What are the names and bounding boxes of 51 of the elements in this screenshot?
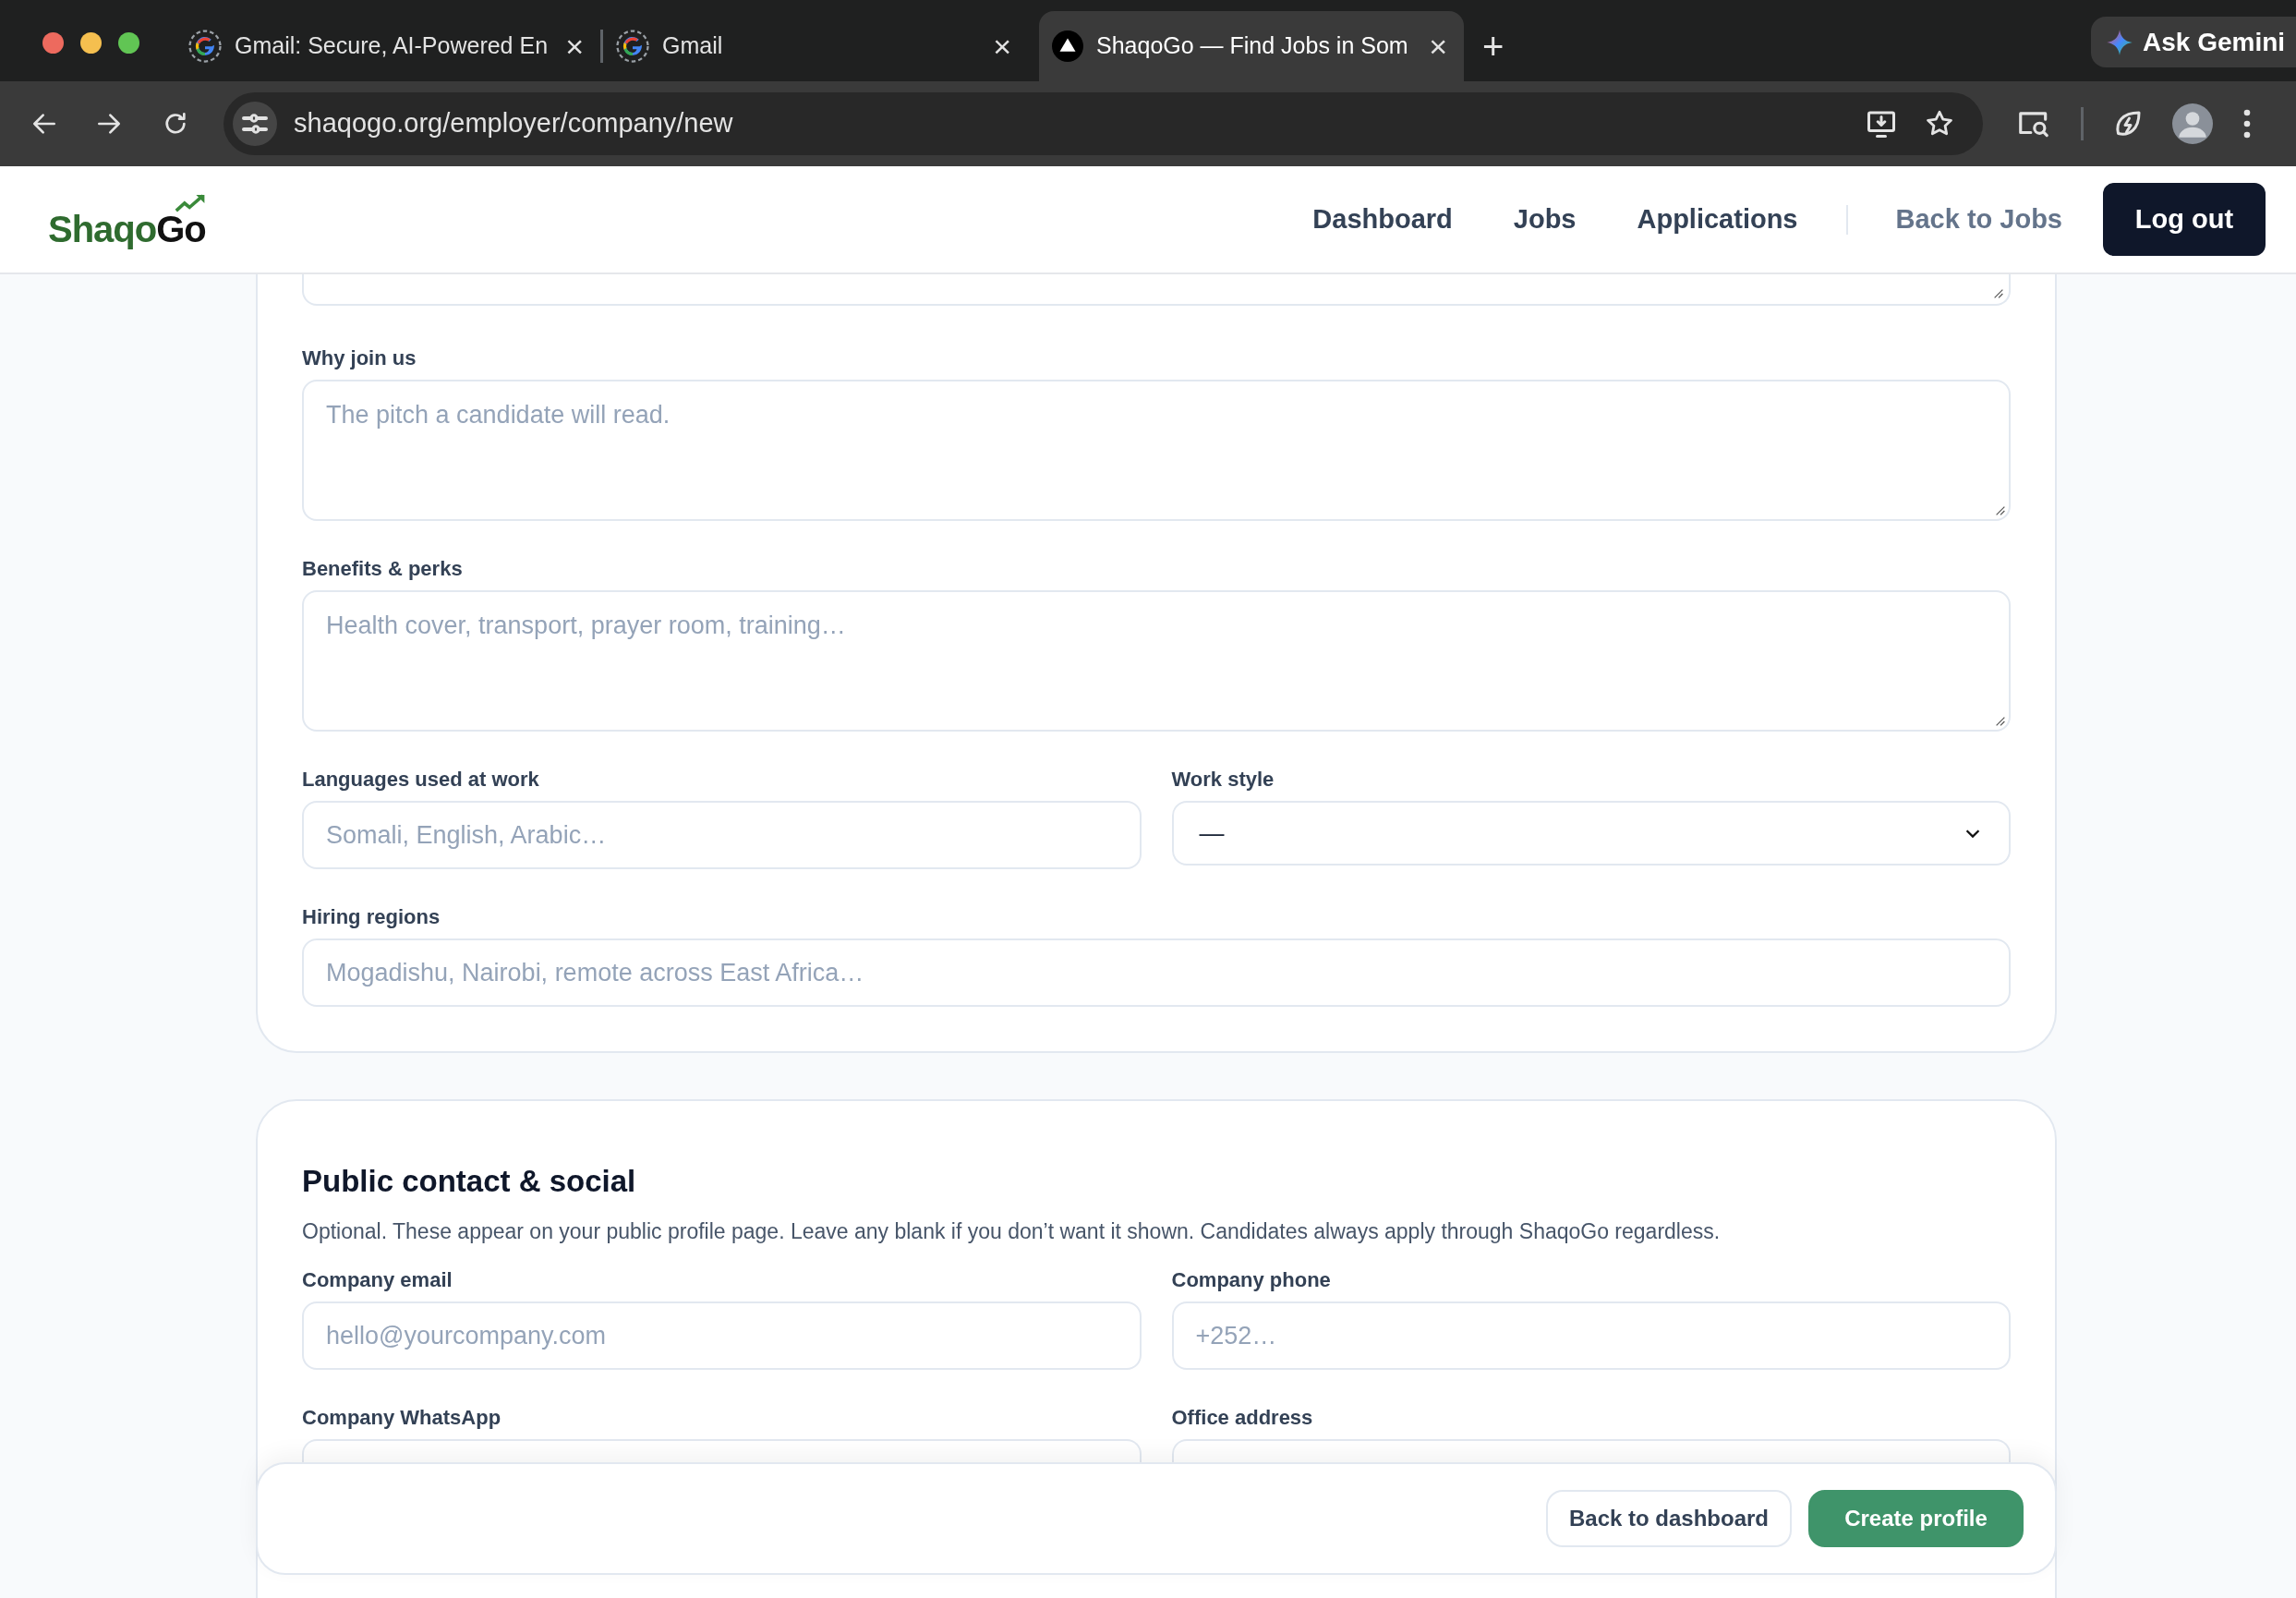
input-field[interactable]: Somali, English, Arabic… bbox=[302, 801, 1142, 869]
input-field[interactable] bbox=[302, 1439, 1142, 1462]
field-label: Hiring regions bbox=[302, 906, 441, 928]
input-field[interactable]: +252… bbox=[1171, 1301, 2011, 1370]
favicon-icon bbox=[188, 30, 222, 63]
browser-tab[interactable]: ShaqoGo — Find Jobs in Som × bbox=[1039, 11, 1464, 81]
back-button[interactable]: Back to dashboard bbox=[1546, 1490, 1792, 1547]
back-to-jobs-link[interactable]: Back to Jobs bbox=[1895, 199, 2062, 240]
field-label: Why join us bbox=[302, 347, 417, 369]
favicon-icon bbox=[616, 30, 649, 63]
tab-title: Gmail: Secure, AI-Powered En bbox=[235, 31, 550, 61]
input-field[interactable]: hello@yourcompany.com bbox=[302, 1301, 1142, 1370]
resize-handle-icon[interactable] bbox=[1994, 504, 2007, 517]
field-label: Company phone bbox=[1171, 1269, 1332, 1291]
tab-title: Gmail bbox=[662, 31, 724, 61]
select-field[interactable]: — bbox=[1171, 801, 2011, 866]
resize-handle-icon[interactable] bbox=[1994, 715, 2007, 728]
field-label: Languages used at work bbox=[302, 769, 540, 791]
create-profile-button[interactable]: Create profile bbox=[1808, 1490, 2024, 1547]
close-tab-button[interactable]: × bbox=[989, 30, 1015, 62]
nav-link[interactable]: Dashboard bbox=[1312, 199, 1453, 240]
log-out-button[interactable]: Log out bbox=[2103, 183, 2266, 256]
field-label: Company WhatsApp bbox=[302, 1407, 502, 1429]
input-field[interactable]: Mogadishu, Nairobi, remote across East Africa… bbox=[302, 938, 2011, 1007]
close-tab-button[interactable]: × bbox=[1425, 30, 1451, 62]
new-tab-button[interactable]: + bbox=[1482, 28, 1504, 65]
text-area[interactable]: The pitch a candidate will read. bbox=[302, 380, 2011, 521]
address-bar[interactable]: shaqogo.org/employer/company/new bbox=[224, 92, 1983, 155]
ask-gemini-button[interactable]: Ask Gemini bbox=[2091, 17, 2296, 67]
section-title: Public contact & social bbox=[302, 1163, 637, 1200]
text-area[interactable]: Health cover, transport, prayer room, training… bbox=[302, 590, 2011, 732]
field-label: Work style bbox=[1171, 769, 1275, 791]
avatar-icon[interactable] bbox=[2172, 103, 2213, 144]
window-control-icon[interactable] bbox=[80, 32, 102, 54]
section-description: Optional. These appear on your public profile page. Leave any blank if you don’t want it shown. Candidates always apply through ShaqoGo regardless. bbox=[302, 1217, 1722, 1245]
field-label: Office address bbox=[1171, 1407, 1314, 1429]
tab-title: ShaqoGo — Find Jobs in Som bbox=[1096, 31, 1409, 61]
window-control-icon[interactable] bbox=[118, 32, 139, 54]
site-settings-icon[interactable] bbox=[233, 102, 277, 146]
browser-tab[interactable]: Gmail × bbox=[603, 11, 1028, 81]
field-label: Company email bbox=[302, 1269, 453, 1291]
nav-link[interactable]: Applications bbox=[1637, 199, 1798, 240]
nav-link[interactable]: Jobs bbox=[1513, 199, 1577, 240]
browser-tab[interactable]: Gmail: Secure, AI-Powered En × bbox=[175, 11, 600, 81]
logo[interactable]: ShaqoGo bbox=[48, 191, 208, 248]
resize-handle-icon[interactable] bbox=[1992, 287, 2005, 300]
field-label: Benefits & perks bbox=[302, 558, 464, 580]
close-tab-button[interactable]: × bbox=[562, 30, 587, 62]
input-field[interactable] bbox=[1171, 1439, 2011, 1462]
window-control-icon[interactable] bbox=[42, 32, 64, 54]
url-text: shaqogo.org/employer/company/new bbox=[294, 107, 734, 140]
